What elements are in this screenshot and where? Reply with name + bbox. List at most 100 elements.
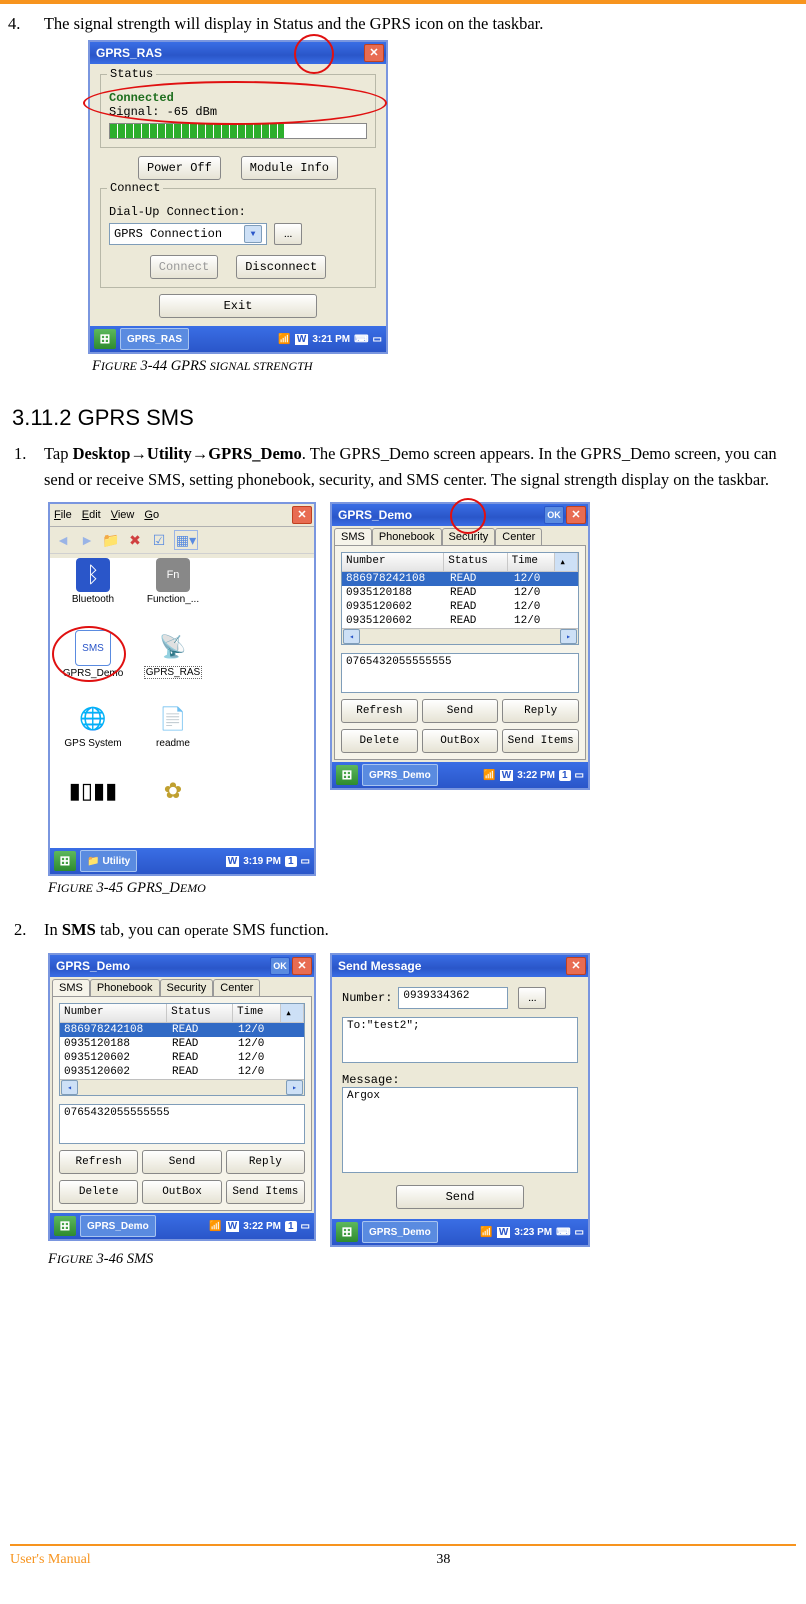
message-label: Message: xyxy=(342,1073,578,1087)
exit-button[interactable]: Exit xyxy=(159,294,317,318)
task-item[interactable]: GPRS_Demo xyxy=(80,1215,156,1237)
signal-progress xyxy=(109,123,367,139)
send-message-button[interactable]: Send xyxy=(396,1185,524,1209)
refresh-button[interactable]: Refresh xyxy=(341,699,418,723)
system-tray: 📶 W 3:21 PM ⌨ ▭ xyxy=(278,334,382,345)
barcode-app-icon[interactable]: ▮▯▮▮ xyxy=(54,774,132,844)
menu-edit[interactable]: Edit xyxy=(82,509,101,521)
tab-sms[interactable]: SMS xyxy=(334,528,372,545)
menu-file[interactable]: File xyxy=(54,509,72,521)
outbox-button[interactable]: OutBox xyxy=(422,729,499,753)
browse-button[interactable]: ... xyxy=(518,987,546,1009)
bluetooth-app-icon[interactable]: ᛒBluetooth xyxy=(54,558,132,628)
gprs-demo-window: GPRS_Demo OK ✕ SMS Phonebook Security Ce… xyxy=(48,953,316,1241)
list-row[interactable]: 0935120602READ12/0 xyxy=(60,1051,304,1065)
list-row[interactable]: 886978242108READ12/0 xyxy=(60,1023,304,1037)
start-button[interactable]: ⊞ xyxy=(336,1222,358,1242)
function-app-icon[interactable]: FnFunction_... xyxy=(134,558,212,628)
send-button[interactable]: Send xyxy=(142,1150,221,1174)
module-info-button[interactable]: Module Info xyxy=(241,156,338,180)
figure-3-44: GPRS_RAS ✕ Status Connected Signal: -65 … xyxy=(88,40,796,375)
message-textarea[interactable]: 0765432055555555 xyxy=(59,1104,305,1144)
sms-list[interactable]: Number Status Time ▴ 886978242108READ12/… xyxy=(341,552,579,645)
disconnect-button[interactable]: Disconnect xyxy=(236,255,326,279)
figure-3-46: GPRS_Demo OK ✕ SMS Phonebook Security Ce… xyxy=(48,953,796,1247)
task-item[interactable]: GPRS_Demo xyxy=(362,1221,438,1243)
start-button[interactable]: ⊞ xyxy=(336,765,358,785)
connection-select[interactable]: GPRS Connection ▼ xyxy=(109,223,267,245)
tab-phonebook[interactable]: Phonebook xyxy=(90,979,160,996)
scroll-up-icon[interactable]: ▴ xyxy=(281,1004,304,1022)
send-message-window: Send Message ✕ Number: 0939334362 ... To… xyxy=(330,953,590,1247)
tab-security[interactable]: Security xyxy=(160,979,214,996)
gprs-demo-app-icon[interactable]: SMS GPRS_Demo xyxy=(54,630,132,700)
ok-button[interactable]: OK xyxy=(544,506,564,524)
power-off-button[interactable]: Power Off xyxy=(138,156,221,180)
readme-app-icon[interactable]: 📄readme xyxy=(134,702,212,772)
list-row[interactable]: 0935120188READ12/0 xyxy=(60,1037,304,1051)
close-icon[interactable]: ✕ xyxy=(566,506,586,524)
start-button[interactable]: ⊞ xyxy=(54,851,76,871)
tab-sms[interactable]: SMS xyxy=(52,979,90,996)
clock: 3:22 PM xyxy=(517,770,555,781)
refresh-button[interactable]: Refresh xyxy=(59,1150,138,1174)
number-input[interactable]: 0939334362 xyxy=(398,987,508,1009)
start-button[interactable]: ⊞ xyxy=(54,1216,76,1236)
close-icon[interactable]: ✕ xyxy=(292,506,312,524)
message-textarea[interactable]: 0765432055555555 xyxy=(341,653,579,693)
send-items-button[interactable]: Send Items xyxy=(502,729,579,753)
message-body-textarea[interactable]: Argox xyxy=(342,1087,578,1173)
delete-icon[interactable]: ✖ xyxy=(126,531,144,549)
send-button[interactable]: Send xyxy=(422,699,499,723)
up-icon[interactable]: 📁 xyxy=(102,531,120,549)
window-title: GPRS_RAS xyxy=(96,46,162,60)
reply-button[interactable]: Reply xyxy=(226,1150,305,1174)
select-value: GPRS Connection xyxy=(114,227,222,241)
gps-app-icon[interactable]: 🌐GPS System xyxy=(54,702,132,772)
close-icon[interactable]: ✕ xyxy=(292,957,312,975)
delete-button[interactable]: Delete xyxy=(341,729,418,753)
tab-center[interactable]: Center xyxy=(495,528,542,545)
step-number: 4. xyxy=(8,14,40,34)
menu-view[interactable]: View xyxy=(111,509,135,521)
list-row[interactable]: 886978242108READ12/0 xyxy=(342,572,578,586)
list-row[interactable]: 0935120602READ12/0 xyxy=(342,614,578,628)
send-items-button[interactable]: Send Items xyxy=(226,1180,305,1204)
connect-button[interactable]: Connect xyxy=(150,255,218,279)
browse-button[interactable]: ... xyxy=(274,223,302,245)
ok-button[interactable]: OK xyxy=(270,957,290,975)
dial-label: Dial-Up Connection: xyxy=(109,205,367,219)
menu-go[interactable]: Go xyxy=(144,509,159,521)
unknown-app-icon[interactable]: ✿ xyxy=(134,774,212,844)
chevron-down-icon: ▼ xyxy=(244,225,262,243)
delete-button[interactable]: Delete xyxy=(59,1180,138,1204)
forward-icon[interactable]: ► xyxy=(78,531,96,549)
task-item[interactable]: GPRS_RAS xyxy=(120,328,189,350)
signal-icon: 📶 xyxy=(483,770,495,781)
page-number: 38 xyxy=(436,1552,450,1568)
close-icon[interactable]: ✕ xyxy=(364,44,384,62)
tab-center[interactable]: Center xyxy=(213,979,260,996)
to-textarea[interactable]: To:"test2"; xyxy=(342,1017,578,1063)
footer-divider xyxy=(10,1544,796,1546)
start-button[interactable]: ⊞ xyxy=(94,329,116,349)
close-icon[interactable]: ✕ xyxy=(566,957,586,975)
task-item[interactable]: 📁Utility xyxy=(80,850,137,872)
properties-icon[interactable]: ☑ xyxy=(150,531,168,549)
w-icon: W xyxy=(226,1221,239,1232)
scroll-up-icon[interactable]: ▴ xyxy=(555,553,578,571)
reply-button[interactable]: Reply xyxy=(502,699,579,723)
gprs-ras-app-icon[interactable]: 📡GPRS_RAS xyxy=(134,630,212,700)
horizontal-scrollbar[interactable]: ◂▸ xyxy=(60,1079,304,1095)
list-row[interactable]: 0935120188READ12/0 xyxy=(342,586,578,600)
task-item[interactable]: GPRS_Demo xyxy=(362,764,438,786)
sms-list[interactable]: Number Status Time ▴ 886978242108READ12/… xyxy=(59,1003,305,1096)
outbox-button[interactable]: OutBox xyxy=(142,1180,221,1204)
horizontal-scrollbar[interactable]: ◂▸ xyxy=(342,628,578,644)
back-icon[interactable]: ◄ xyxy=(54,531,72,549)
list-row[interactable]: 0935120602READ12/0 xyxy=(342,600,578,614)
tab-phonebook[interactable]: Phonebook xyxy=(372,528,442,545)
list-row[interactable]: 0935120602READ12/0 xyxy=(60,1065,304,1079)
window-title: GPRS_Demo xyxy=(338,508,412,522)
view-dropdown-icon[interactable]: ▦▾ xyxy=(174,530,198,550)
